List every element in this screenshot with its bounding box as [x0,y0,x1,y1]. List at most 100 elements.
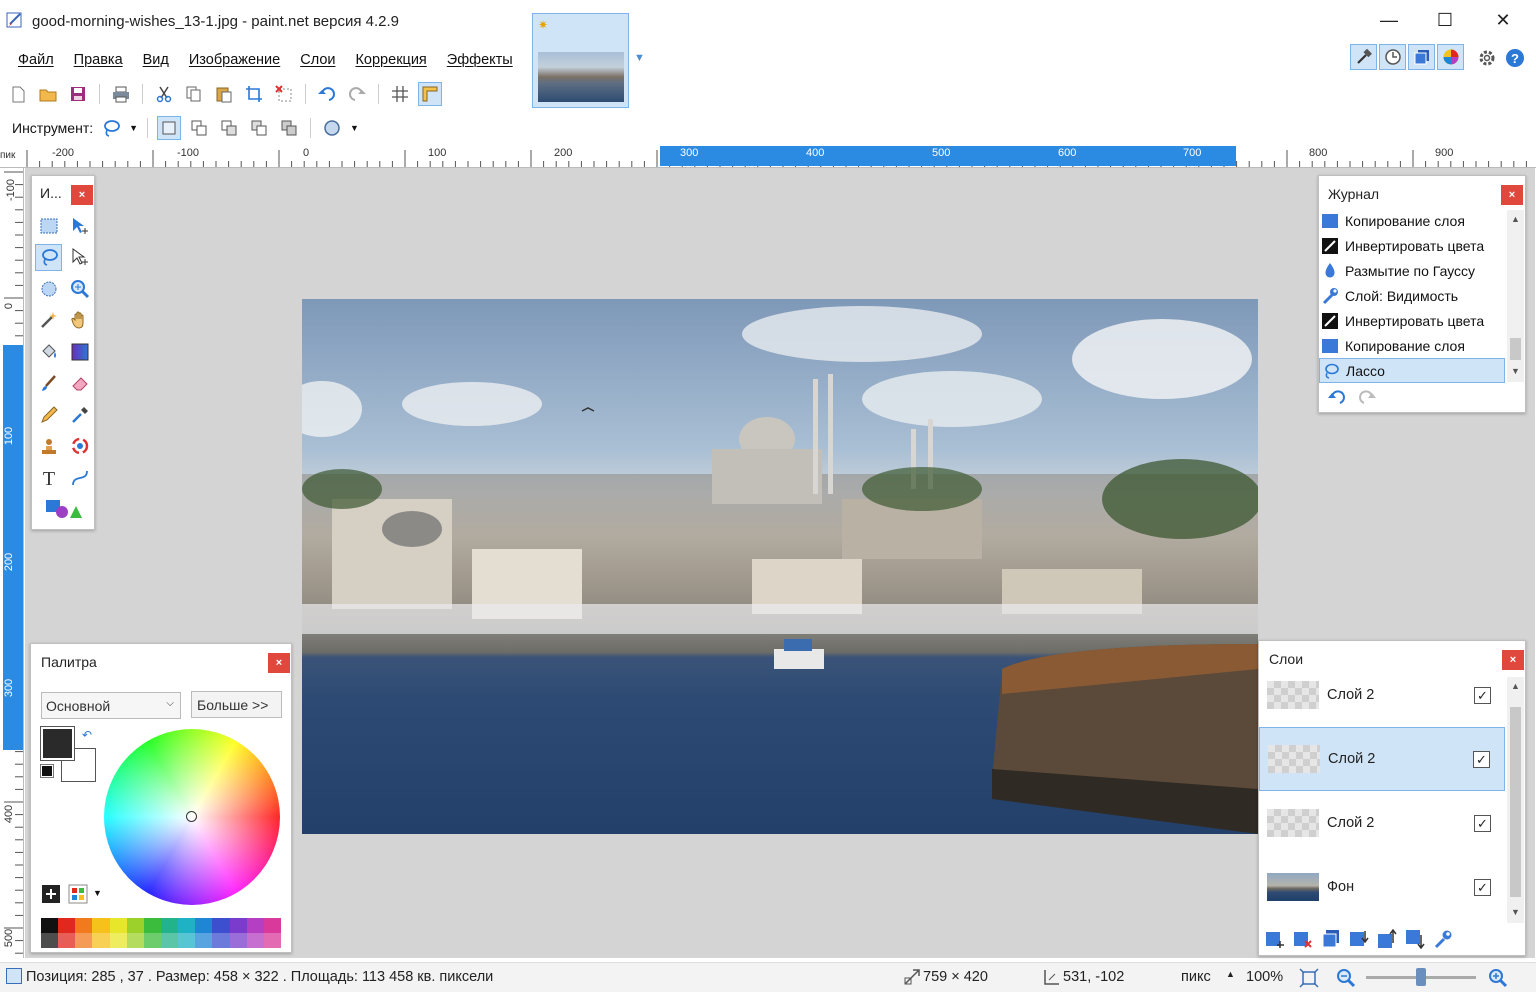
recolor-tool-icon[interactable] [66,433,93,460]
palette-swatch-bottom[interactable] [212,933,230,948]
gradient-tool-icon[interactable] [66,338,93,365]
history-undo-icon[interactable] [1327,388,1349,409]
menu-layers[interactable]: Слои [290,46,345,74]
menu-view[interactable]: Вид [133,46,179,74]
palette-swatch-bottom[interactable] [178,933,196,948]
pan-tool-icon[interactable] [66,307,93,334]
more-colors-button[interactable]: Больше >> [191,691,282,718]
palette-swatch-bottom[interactable] [246,933,264,948]
open-image-tab[interactable]: ✷ [532,13,629,108]
zoom-tool-icon[interactable] [66,275,93,302]
selection-mode-intersect-icon[interactable] [247,116,271,140]
palette-swatch[interactable] [41,918,59,948]
redo-icon[interactable] [345,82,369,106]
zoom-in-icon[interactable] [1488,968,1508,992]
lasso-select-tool-icon[interactable] [35,243,62,271]
colors-toggle-icon[interactable] [1437,44,1464,70]
layer-row[interactable]: Слой 2 ✓ [1259,791,1505,855]
palette-swatch-bottom[interactable] [41,933,59,948]
palette-swatch-bottom[interactable] [263,933,281,948]
antialiasing-icon[interactable] [320,116,344,140]
layer-visibility-checkbox[interactable]: ✓ [1474,814,1491,832]
save-file-icon[interactable] [66,82,90,106]
palette-swatch[interactable] [263,918,281,948]
color-wheel-cursor[interactable] [186,811,197,822]
crop-icon[interactable] [242,82,266,106]
palette-swatch[interactable] [58,918,76,948]
layer-properties-wrench-icon[interactable] [1433,929,1453,949]
layers-scroll-thumb[interactable] [1510,707,1521,897]
reset-colors-icon[interactable] [40,764,54,778]
layers-toggle-icon[interactable] [1408,44,1435,70]
layer-visibility-checkbox[interactable]: ✓ [1474,686,1491,704]
image-list-dropdown-icon[interactable]: ▼ [634,52,645,64]
palette-swatch[interactable] [75,918,93,948]
maximize-button[interactable]: ☐ [1430,10,1460,31]
history-item[interactable]: Размытие по Гауссу [1319,258,1505,283]
palette-swatch[interactable] [195,918,213,948]
palette-swatch[interactable] [229,918,247,948]
zoom-slider-thumb[interactable] [1416,968,1426,986]
move-selected-pixels-tool-icon[interactable] [66,212,93,239]
new-file-icon[interactable] [6,82,30,106]
settings-gear-icon[interactable] [1477,48,1497,68]
palette-swatch-bottom[interactable] [126,933,144,948]
pencil-tool-icon[interactable] [35,401,62,428]
palette-swatch-bottom[interactable] [92,933,110,948]
add-to-palette-icon[interactable] [41,884,61,907]
menu-file[interactable]: Файл [8,46,64,74]
rectangle-select-tool-icon[interactable] [35,212,62,239]
layer-visibility-checkbox[interactable]: ✓ [1474,878,1491,896]
color-picker-tool-icon[interactable] [66,401,93,428]
palette-menu-icon[interactable] [68,884,88,907]
menu-image[interactable]: Изображение [179,46,290,74]
clone-stamp-tool-icon[interactable] [35,433,62,460]
palette-swatch-top[interactable] [178,918,196,933]
layer-row-selected[interactable]: Слой 2 ✓ [1259,727,1505,791]
palette-swatch-top[interactable] [263,918,281,933]
scroll-down-arrow-icon[interactable]: ▼ [1511,366,1520,376]
tool-dropdown-arrow-icon[interactable]: ▼ [129,123,138,133]
palette-swatch[interactable] [109,918,127,948]
palette-swatch[interactable] [126,918,144,948]
palette-swatch[interactable] [212,918,230,948]
selection-mode-replace-icon[interactable] [157,116,182,140]
pixel-grid-icon[interactable] [388,82,412,106]
palette-mode-select[interactable]: Основной ⌵ [41,692,181,719]
palette-swatch-top[interactable] [92,918,110,933]
move-selection-tool-icon[interactable] [66,244,93,271]
open-file-icon[interactable] [36,82,60,106]
menu-edit[interactable]: Правка [64,46,133,74]
move-layer-down-icon[interactable] [1405,929,1425,949]
tools-toggle-hammer-icon[interactable] [1350,44,1377,70]
history-redo-icon[interactable] [1355,388,1377,409]
history-item[interactable]: Инвертировать цвета [1319,233,1505,258]
palette-swatch[interactable] [92,918,110,948]
swap-colors-icon[interactable]: ↶ [82,728,92,742]
paintbrush-tool-icon[interactable] [35,370,62,397]
palette-swatch-bottom[interactable] [229,933,247,948]
eraser-tool-icon[interactable] [66,370,93,397]
scroll-down-arrow-icon[interactable]: ▼ [1511,907,1520,917]
antialiasing-dropdown-arrow-icon[interactable]: ▼ [350,123,359,133]
color-wheel[interactable] [104,729,280,905]
history-toggle-clock-icon[interactable] [1379,44,1406,70]
primary-color-swatch[interactable] [40,726,75,761]
selection-mode-xor-icon[interactable] [277,116,301,140]
cut-icon[interactable] [152,82,176,106]
minimize-button[interactable]: — [1374,10,1404,31]
merge-layer-down-icon[interactable] [1349,929,1369,949]
image-canvas[interactable] [302,299,1258,834]
menu-adjustments[interactable]: Коррекция [345,46,436,74]
layer-row[interactable]: Слой 2 ✓ [1259,663,1505,727]
undo-icon[interactable] [315,82,339,106]
selection-mode-exclude-icon[interactable] [217,116,241,140]
palette-swatch-bottom[interactable] [58,933,76,948]
text-tool-icon[interactable]: T [35,464,62,491]
shapes-tool-icon[interactable] [35,496,93,523]
line-curve-tool-icon[interactable] [66,464,93,491]
scroll-up-arrow-icon[interactable]: ▲ [1511,681,1520,691]
close-button[interactable]: ✕ [1488,10,1518,31]
history-item-selected[interactable]: Лассо [1319,358,1505,383]
palette-swatch-top[interactable] [109,918,127,933]
